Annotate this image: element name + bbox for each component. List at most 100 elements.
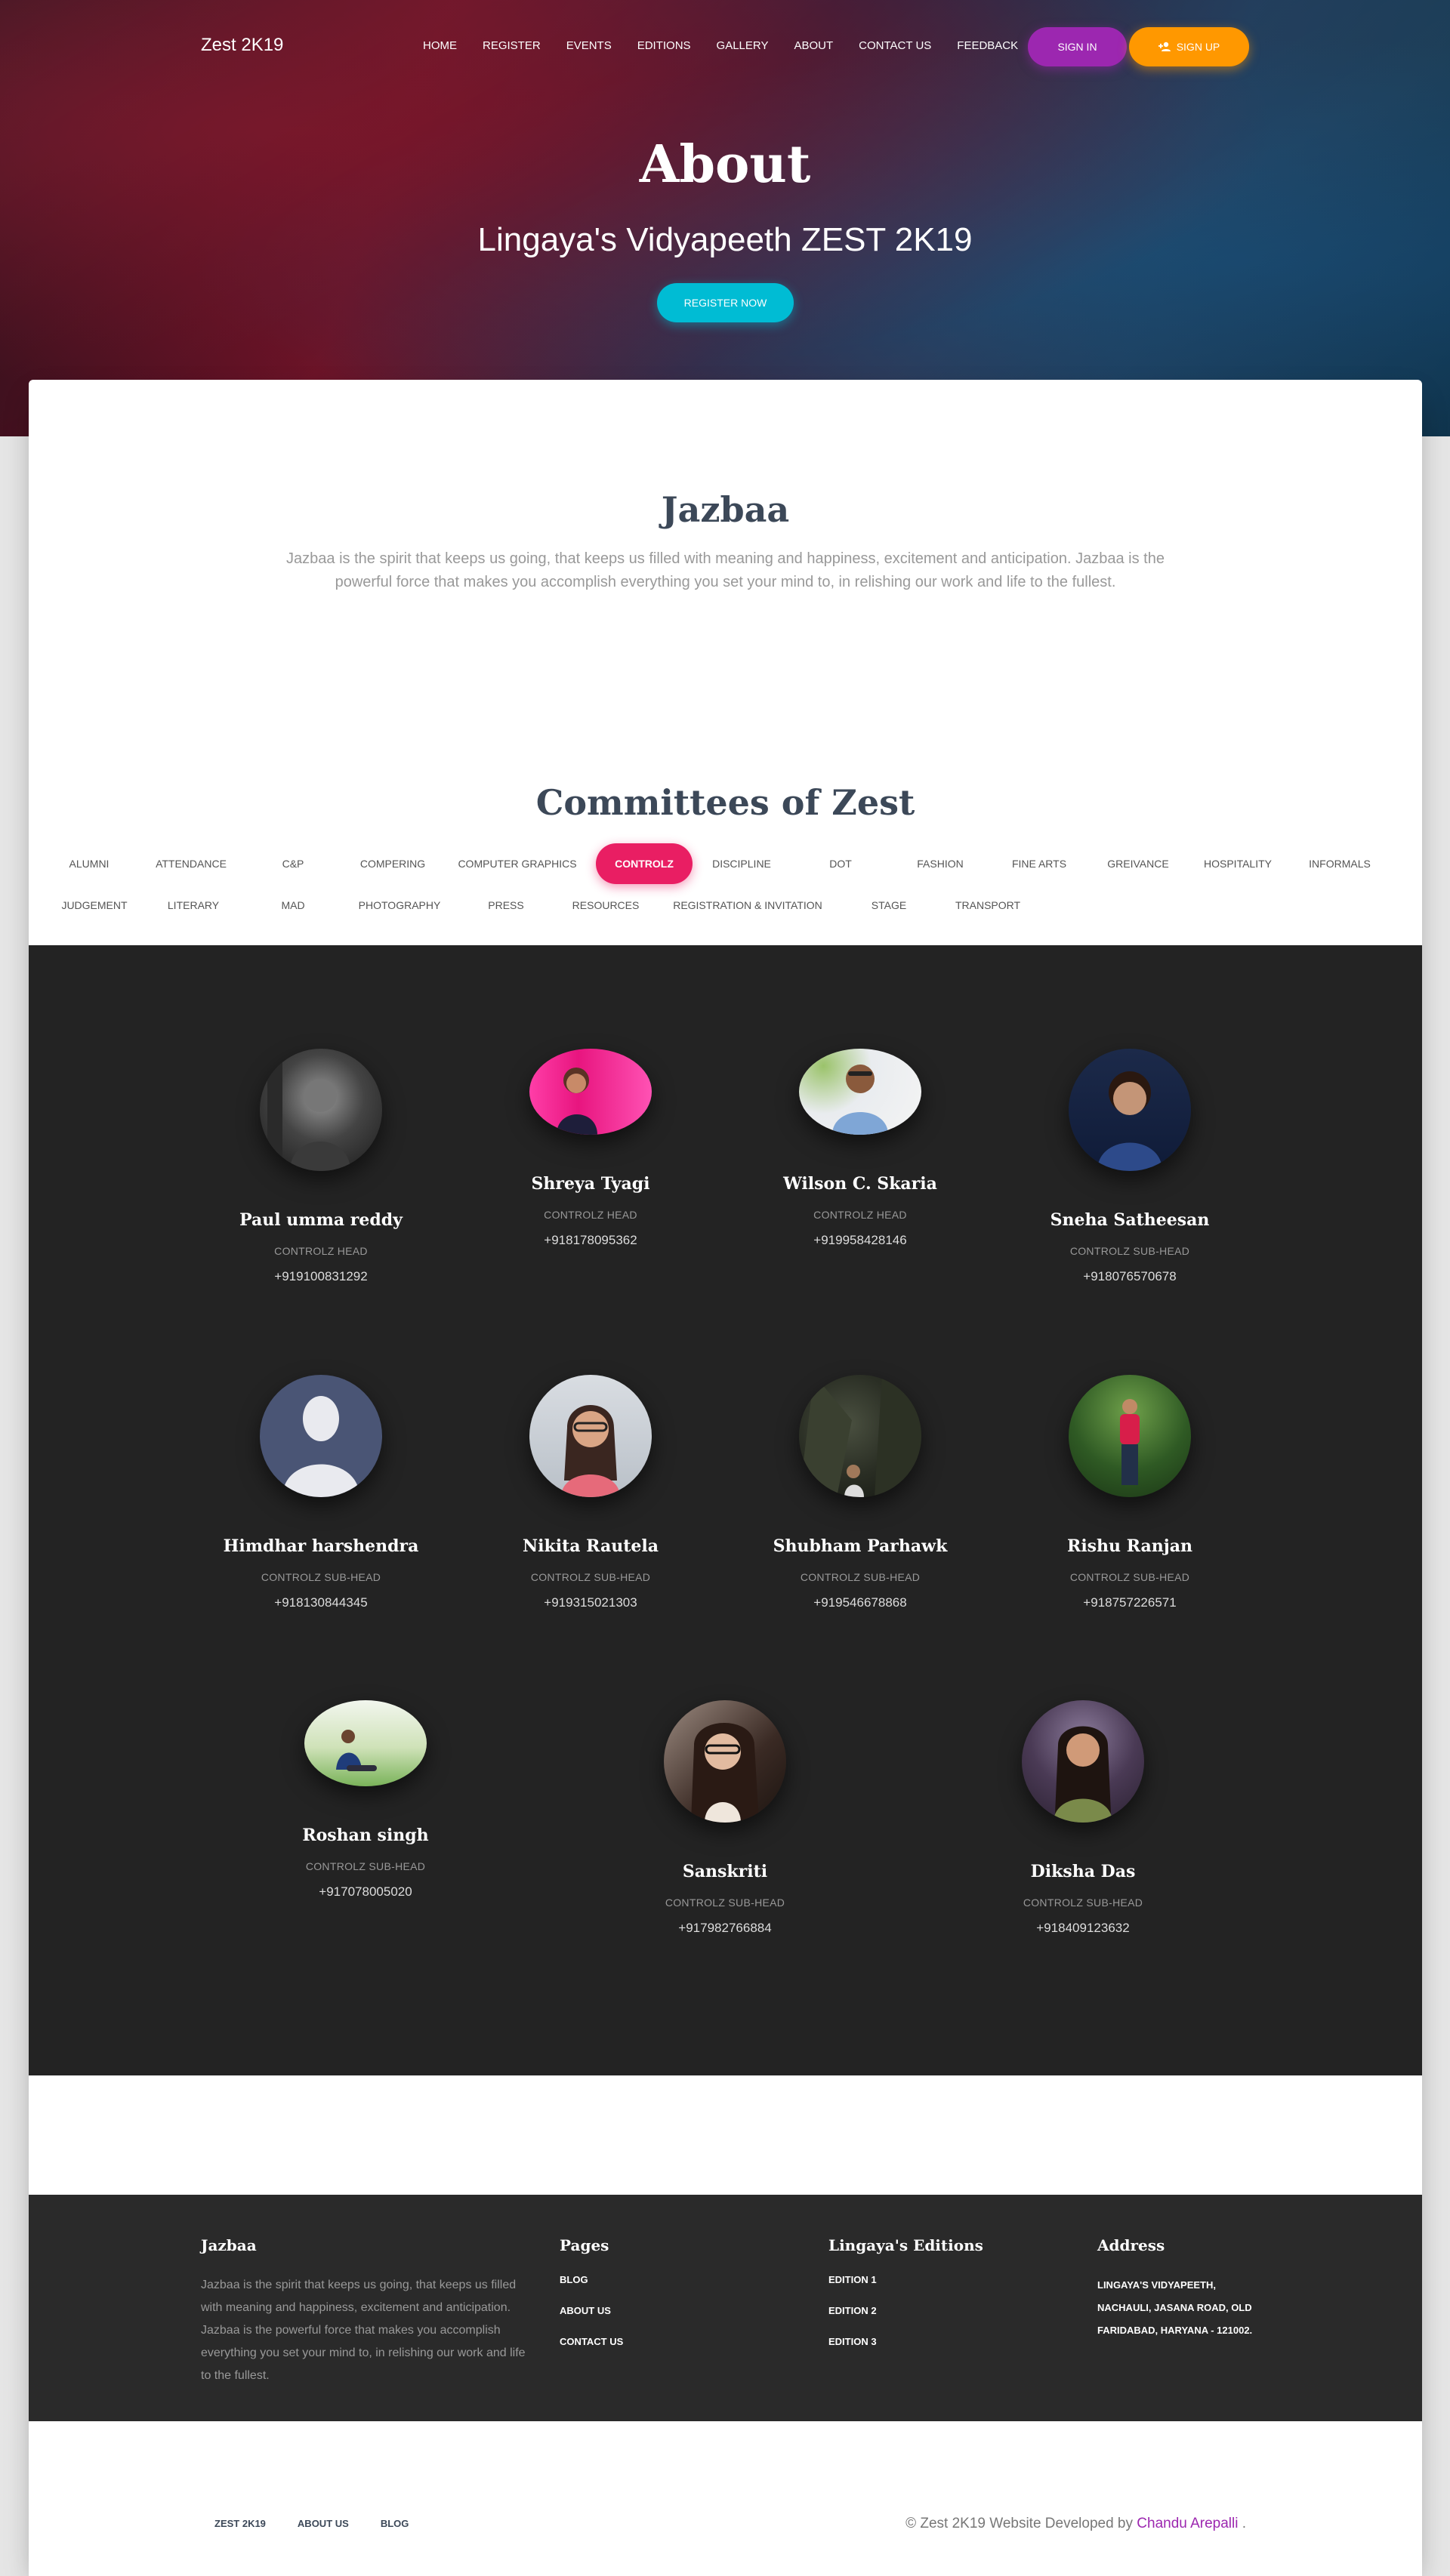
footer-link-blog[interactable]: BLOG: [560, 2274, 623, 2285]
member-name: Nikita Rautela: [523, 1536, 659, 1556]
member-phone[interactable]: +918757226571: [1005, 1595, 1254, 1610]
footer-link-edition-2[interactable]: EDITION 2: [828, 2305, 983, 2316]
tab-controlz[interactable]: CONTROLZ: [596, 843, 693, 884]
tab-cp[interactable]: C&P: [245, 843, 341, 884]
register-now-button[interactable]: REGISTER NOW: [657, 283, 794, 322]
member-phone[interactable]: +919958428146: [736, 1233, 985, 1248]
member-phone[interactable]: +918130844345: [196, 1595, 446, 1610]
tab-mad[interactable]: MAD: [245, 885, 341, 926]
tab-dot[interactable]: DOT: [792, 843, 889, 884]
footer-link-edition-1[interactable]: EDITION 1: [828, 2274, 983, 2285]
person-photo-icon: [336, 1730, 377, 1771]
member-phone[interactable]: +918409123632: [958, 1921, 1208, 1936]
avatar: [1069, 1049, 1191, 1171]
member-role: CONTROLZ SUB-HEAD: [1069, 1245, 1190, 1257]
tab-computer-graphics[interactable]: COMPUTER GRAPHICS: [453, 843, 582, 884]
member-phone[interactable]: +918178095362: [466, 1233, 715, 1248]
team-member-card: Diksha Das CONTROLZ SUB-HEAD +9184091236…: [958, 1700, 1208, 1936]
tab-literary[interactable]: LITERARY: [145, 885, 242, 926]
tab-press[interactable]: PRESS: [458, 885, 554, 926]
footer-editions: Lingaya's Editions EDITION 1 EDITION 2 E…: [828, 2236, 983, 2367]
tab-informals[interactable]: INFORMALS: [1291, 843, 1388, 884]
team-member-card: Shreya Tyagi CONTROLZ HEAD +918178095362: [466, 1049, 715, 1248]
tab-alumni[interactable]: ALUMNI: [41, 843, 137, 884]
team-member-card: Sanskriti CONTROLZ SUB-HEAD +91798276688…: [600, 1700, 850, 1936]
person-add-icon: [1158, 42, 1171, 51]
member-phone[interactable]: +919100831292: [196, 1269, 446, 1284]
tab-greivance[interactable]: GREIVANCE: [1090, 843, 1186, 884]
tab-discipline[interactable]: DISCIPLINE: [693, 843, 790, 884]
nav-feedback[interactable]: FEEDBACK: [957, 38, 1018, 54]
avatar: [1022, 1700, 1144, 1823]
member-name: Shubham Parhawk: [773, 1536, 948, 1556]
brand-logo[interactable]: Zest 2K19: [201, 35, 283, 56]
avatar: [664, 1700, 786, 1823]
footer-address: Address LINGAYA'S VIDYAPEETH, NACHAULI, …: [1097, 2236, 1263, 2342]
sign-up-label: SIGN UP: [1176, 41, 1220, 53]
footer-link-about-us[interactable]: ABOUT US: [560, 2305, 623, 2316]
tab-fine-arts[interactable]: FINE ARTS: [991, 843, 1088, 884]
nav-events[interactable]: EVENTS: [566, 38, 612, 54]
tab-resources[interactable]: RESOURCES: [557, 885, 654, 926]
person-photo-icon: [267, 1049, 350, 1171]
tab-stage[interactable]: STAGE: [841, 885, 937, 926]
avatar: [1069, 1375, 1191, 1497]
footer-link-edition-3[interactable]: EDITION 3: [828, 2336, 983, 2347]
member-name: Wilson C. Skaria: [783, 1174, 937, 1194]
nav-home[interactable]: HOME: [423, 38, 457, 54]
nav-gallery[interactable]: GALLERY: [717, 38, 769, 54]
nav-about[interactable]: ABOUT: [794, 38, 833, 54]
nav-register[interactable]: REGISTER: [483, 38, 541, 54]
tab-compering[interactable]: COMPERING: [344, 843, 441, 884]
footer-link-contact-us[interactable]: CONTACT US: [560, 2336, 623, 2347]
footer: Jazbaa Jazbaa is the spirit that keeps u…: [29, 2195, 1422, 2421]
copyright-author-link[interactable]: Chandu Arepalli: [1137, 2516, 1238, 2531]
member-role: CONTROLZ SUB-HEAD: [261, 1571, 381, 1583]
nav-links: HOME REGISTER EVENTS EDITIONS GALLERY AB…: [423, 38, 1044, 54]
tab-attendance[interactable]: ATTENDANCE: [143, 843, 239, 884]
sign-in-button[interactable]: SIGN IN: [1028, 27, 1127, 66]
member-role: CONTROLZ HEAD: [274, 1245, 368, 1257]
nav-editions[interactable]: EDITIONS: [637, 38, 691, 54]
member-phone[interactable]: +919315021303: [466, 1595, 715, 1610]
member-phone[interactable]: +919546678868: [736, 1595, 985, 1610]
team-section: Paul umma reddy CONTROLZ HEAD +919100831…: [29, 945, 1422, 2075]
nav-contact-us[interactable]: CONTACT US: [859, 38, 931, 54]
team-member-card: Paul umma reddy CONTROLZ HEAD +919100831…: [196, 1049, 446, 1284]
copyright-text: © Zest 2K19 Website Developed by: [905, 2516, 1133, 2531]
member-name: Diksha Das: [1030, 1862, 1136, 1881]
main-content: Jazbaa Jazbaa is the spirit that keeps u…: [29, 380, 1422, 2576]
member-name: Sneha Satheesan: [1050, 1210, 1210, 1230]
person-photo-icon: [799, 1375, 921, 1497]
footer-editions-title: Lingaya's Editions: [828, 2236, 983, 2254]
footer-pages: Pages BLOG ABOUT US CONTACT US: [560, 2236, 623, 2367]
team-member-card: Himdhar harshendra CONTROLZ SUB-HEAD +91…: [196, 1375, 446, 1610]
footer-bottom-link-about-us[interactable]: ABOUT US: [298, 2518, 349, 2529]
member-phone[interactable]: +917078005020: [241, 1884, 490, 1900]
tab-hospitality[interactable]: HOSPITALITY: [1189, 843, 1286, 884]
member-phone[interactable]: +918076570678: [1005, 1269, 1254, 1284]
tab-transport[interactable]: TRANSPORT: [939, 885, 1036, 926]
member-name: Sanskriti: [682, 1862, 768, 1881]
member-phone[interactable]: +917982766884: [600, 1921, 850, 1936]
about-title: Jazbaa: [661, 489, 790, 530]
member-name: Himdhar harshendra: [223, 1536, 419, 1556]
register-now-label: REGISTER NOW: [683, 297, 767, 309]
sign-up-button[interactable]: SIGN UP: [1129, 27, 1249, 66]
footer-about-title: Jazbaa: [201, 2236, 257, 2254]
tab-fashion[interactable]: FASHION: [892, 843, 989, 884]
avatar: [304, 1700, 427, 1786]
team-member-card: Shubham Parhawk CONTROLZ SUB-HEAD +91954…: [736, 1375, 985, 1610]
footer-bottom: ZEST 2K19 ABOUT US BLOG © Zest 2K19 Webs…: [29, 2421, 1422, 2576]
footer-about: Jazbaa Jazbaa is the spirit that keeps u…: [201, 2236, 533, 2387]
tab-photography[interactable]: PHOTOGRAPHY: [351, 885, 448, 926]
tab-registration-invitation[interactable]: REGISTRATION & INVITATION: [661, 885, 835, 926]
member-role: CONTROLZ HEAD: [544, 1209, 637, 1221]
sign-in-label: SIGN IN: [1057, 41, 1097, 53]
about-description: Jazbaa is the spirit that keeps us going…: [286, 550, 1165, 590]
tab-judgement[interactable]: JUDGEMENT: [46, 885, 143, 926]
member-role: CONTROLZ SUB-HEAD: [665, 1897, 785, 1909]
footer-bottom-link-blog[interactable]: BLOG: [381, 2518, 409, 2529]
footer-bottom-link-zest[interactable]: ZEST 2K19: [214, 2518, 266, 2529]
team-member-card: Wilson C. Skaria CONTROLZ HEAD +91995842…: [736, 1049, 985, 1248]
